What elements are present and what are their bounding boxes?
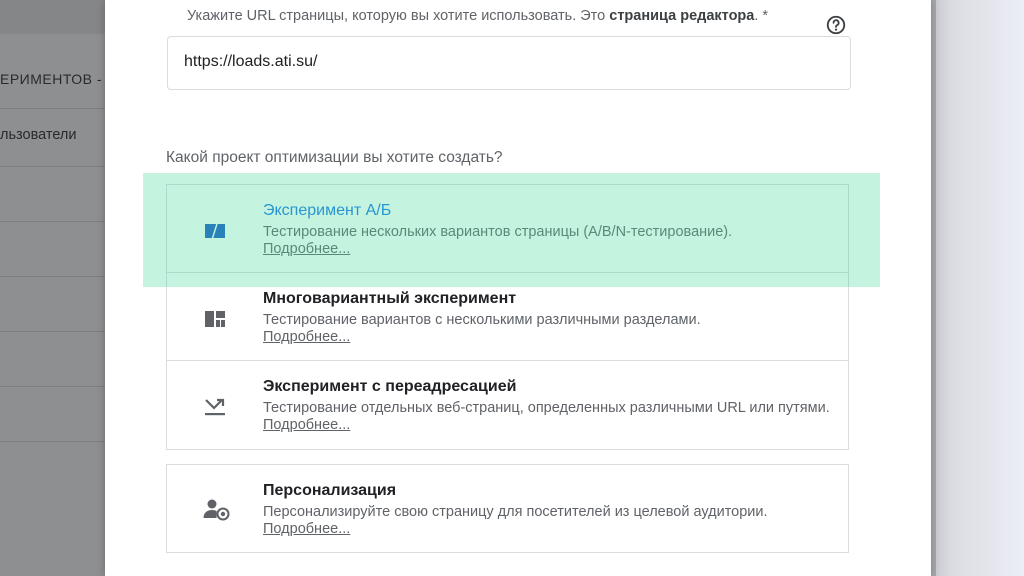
option-description-text: Персонализируйте свою страницу для посет… [263,504,768,520]
project-type-question: Какой проект оптимизации вы хотите созда… [166,149,503,166]
option-description-text: Тестирование нескольких вариантов страни… [263,224,733,240]
url-label-bold: страница редактора [609,8,755,24]
option-title: Эксперимент с переадресацией [263,378,517,395]
redirect-arrow-icon [205,398,225,416]
url-label-text: Укажите URL страницы, которую вы хотите … [187,8,610,24]
url-field-label: Укажите URL страницы, которую вы хотите … [187,6,797,26]
background-divider [0,441,110,442]
option-personalization[interactable]: Персонализация Персонализируйте свою стр… [166,464,849,553]
learn-more-link[interactable]: Подробнее... [263,521,350,537]
multivariate-grid-icon [205,311,225,327]
option-title: Эксперимент А/Б [263,202,392,219]
editor-page-url-input[interactable] [184,53,824,71]
option-multivariate-experiment[interactable]: Многовариантный эксперимент Тестирование… [167,273,848,361]
background-divider [0,386,110,387]
option-description: Тестирование нескольких вариантов страни… [263,224,833,257]
option-description: Тестирование вариантов с несколькими раз… [263,312,833,345]
learn-more-link[interactable]: Подробнее... [263,329,350,345]
background-users-label: льзователи [0,127,77,143]
option-description: Персонализируйте свою страницу для посет… [263,504,833,537]
editor-page-url-field[interactable] [167,36,851,90]
option-title: Персонализация [263,482,397,499]
background-tab-label: ЕРИМЕНТОВ - [0,71,103,87]
background-divider [0,221,110,222]
help-circle-icon[interactable] [825,14,847,36]
background-divider [0,276,110,277]
background-divider [0,331,110,332]
background-divider [0,166,110,167]
background-header [0,0,110,34]
experiment-type-list: Эксперимент А/Б Тестирование нескольких … [166,184,849,450]
ab-experiment-icon [205,223,225,239]
background-right-panel [930,0,1024,576]
option-description-text: Тестирование отдельных веб-страниц, опре… [263,400,830,416]
person-target-icon [203,499,230,521]
create-experience-dialog: Укажите URL страницы, которую вы хотите … [105,0,931,576]
option-title: Многовариантный эксперимент [263,290,517,307]
learn-more-link[interactable]: Подробнее... [263,417,350,433]
learn-more-link[interactable]: Подробнее... [263,241,350,257]
option-ab-experiment[interactable]: Эксперимент А/Б Тестирование нескольких … [167,185,848,273]
option-description-text: Тестирование вариантов с несколькими раз… [263,312,701,328]
background-divider [0,108,110,109]
option-description: Тестирование отдельных веб-страниц, опре… [263,400,833,433]
option-redirect-experiment[interactable]: Эксперимент с переадресацией Тестировани… [167,361,848,449]
url-label-suffix: . * [754,8,769,24]
